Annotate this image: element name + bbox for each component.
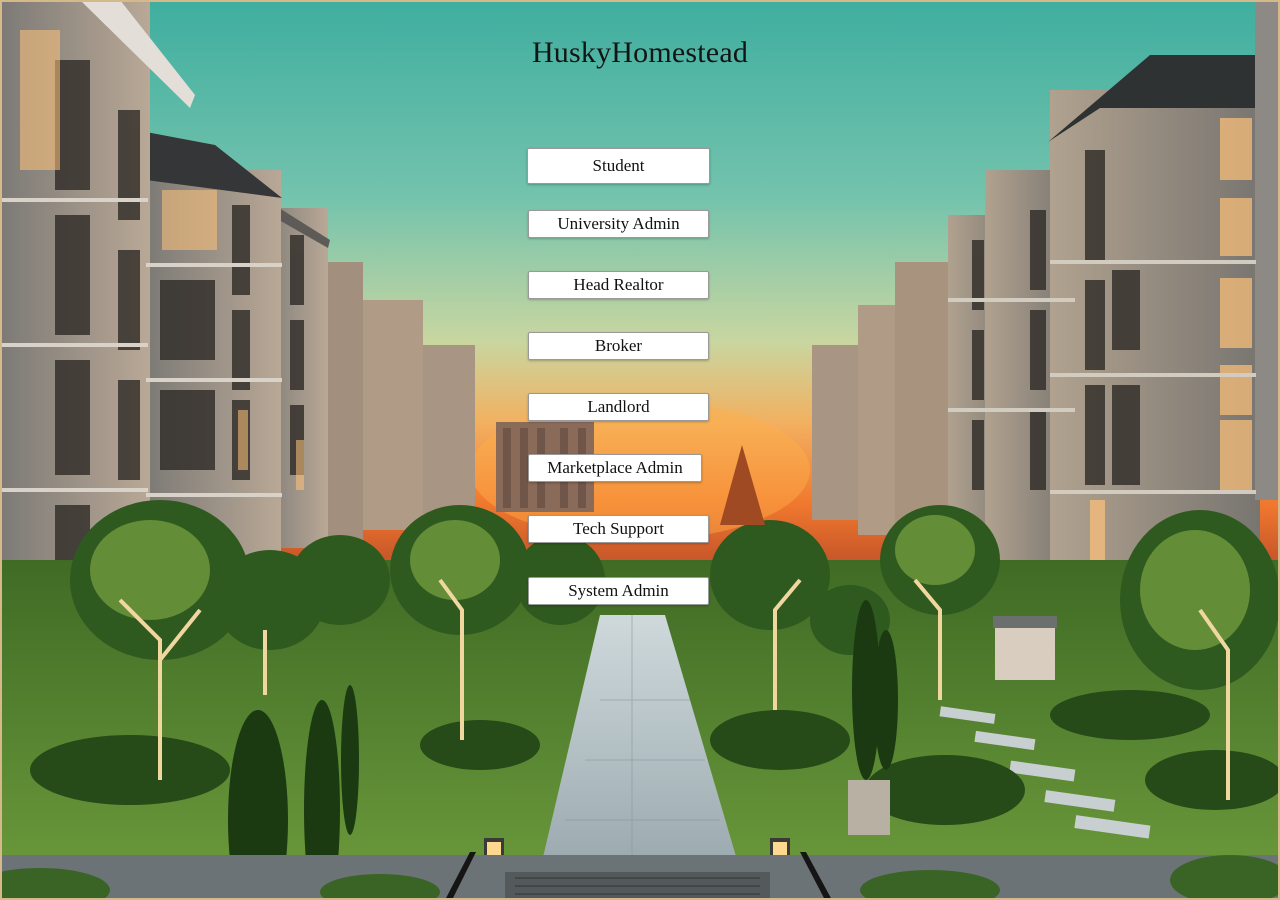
tech-support-button[interactable]: Tech Support	[528, 515, 709, 543]
app-title: HuskyHomestead	[531, 36, 749, 69]
background-landscape-image	[0, 0, 1280, 900]
marketplace-admin-button[interactable]: Marketplace Admin	[528, 454, 702, 482]
landlord-button[interactable]: Landlord	[528, 393, 709, 421]
head-realtor-button[interactable]: Head Realtor	[528, 271, 709, 299]
university-admin-button[interactable]: University Admin	[528, 210, 709, 238]
system-admin-button[interactable]: System Admin	[528, 577, 709, 605]
broker-button[interactable]: Broker	[528, 332, 709, 360]
student-button[interactable]: Student	[527, 148, 710, 184]
